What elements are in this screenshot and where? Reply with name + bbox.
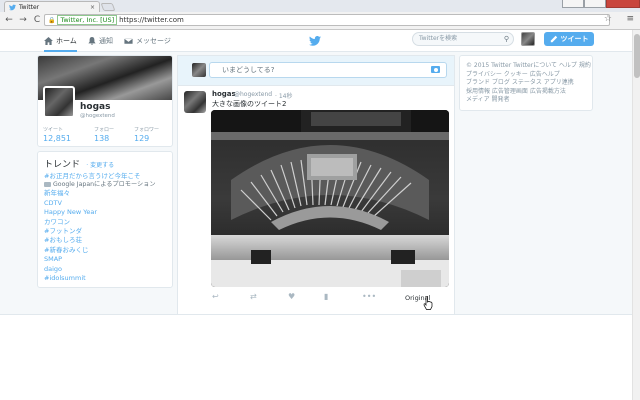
stat-tweets[interactable]: ツイート 12,851 — [43, 126, 71, 143]
stat-value: 138 — [94, 134, 110, 143]
footer-link-row[interactable]: © 2015 Twitter Twitterについて ヘルプ 規約 — [466, 62, 591, 71]
profile-card: hogas @hogextend ツイート 12,851 フォロー 138 フォ… — [37, 55, 173, 147]
tweet-photo[interactable] — [211, 110, 449, 287]
trends-change-link[interactable]: · 変更する — [86, 162, 114, 169]
maximize-button[interactable] — [584, 0, 606, 8]
page-scrollbar[interactable] — [632, 30, 640, 400]
url-text[interactable]: https://twitter.com — [119, 16, 184, 24]
address-bar[interactable]: 🔒 Twitter, Inc. [US] https://twitter.com — [44, 14, 610, 26]
tweet-button-label: ツイート — [560, 35, 589, 43]
stat-label: フォロー — [94, 127, 115, 133]
browser-menu-icon[interactable]: ≡ — [626, 14, 634, 24]
retweet-icon[interactable]: ⇄ — [250, 292, 257, 301]
tab-title: Twitter — [19, 3, 40, 11]
footer-link-row[interactable]: メディア 開発者 — [466, 96, 586, 105]
forward-arrow-icon[interactable]: → — [18, 15, 28, 25]
browser-tab-twitter[interactable]: Twitter × — [4, 1, 100, 12]
compose-placeholder: いまどうしてる? — [222, 66, 275, 74]
trends-title: トレンド — [44, 160, 81, 170]
stat-label: フォロワー — [134, 127, 160, 133]
reply-icon[interactable]: ↩ — [212, 292, 219, 301]
envelope-icon — [124, 37, 133, 45]
trend-item[interactable]: #おもしろ荘 — [44, 236, 166, 245]
nav-messages-label: メッセージ — [136, 37, 171, 45]
compose-avatar — [192, 63, 206, 77]
trend-item[interactable]: #idolsummit — [44, 274, 166, 283]
twitter-logo-icon[interactable] — [309, 36, 321, 46]
close-window-button[interactable] — [606, 0, 640, 8]
ev-certificate-badge[interactable]: Twitter, Inc. [US] — [57, 15, 118, 25]
trend-item[interactable]: Happy New Year — [44, 208, 166, 217]
compose-tweet-button[interactable]: ツイート — [544, 32, 594, 46]
tweet-avatar[interactable] — [184, 91, 206, 113]
trends-module: トレンド · 変更する #お正月だから言うけど今年こそ Google Japan… — [37, 151, 173, 288]
scrollbar-thumb[interactable] — [634, 34, 640, 78]
trend-item[interactable]: daigo — [44, 265, 166, 274]
search-input[interactable]: Twitterを検索 ⚲ — [412, 32, 514, 46]
timeline: いまどうしてる? hogas @hogextend · 14秒 大きな画像のツイ… — [177, 55, 455, 315]
window-controls — [562, 0, 640, 8]
user-avatar-menu[interactable] — [521, 32, 535, 46]
hand-cursor-icon — [423, 296, 433, 310]
tweet[interactable]: hogas @hogextend · 14秒 大きな画像のツイート2 ↩ ⇄ ♥… — [178, 87, 454, 312]
nav-home-label: ホーム — [56, 37, 77, 45]
trend-item[interactable]: SMAP — [44, 255, 166, 264]
more-options-icon[interactable]: ••• — [362, 292, 376, 301]
new-tab-button[interactable] — [100, 3, 116, 11]
profile-name[interactable]: hogas — [80, 102, 110, 112]
footer-link-row[interactable]: ブランド ブログ ステータス アプリ連携 — [466, 79, 586, 88]
promoted-text: Google Japanによるプロモーション — [53, 181, 156, 189]
quill-icon — [550, 35, 557, 43]
camera-icon[interactable] — [431, 66, 440, 73]
footer-links: © 2015 Twitter Twitterについて ヘルプ 規約 プライバシー… — [459, 55, 593, 111]
trend-item[interactable]: #お正月だから言うけど今年こそ — [44, 172, 166, 181]
stat-label: ツイート — [43, 127, 64, 133]
compose-box: いまどうしてる? — [178, 56, 454, 86]
stat-value: 12,851 — [43, 134, 71, 143]
compose-input[interactable]: いまどうしてる? — [209, 62, 447, 78]
twitter-top-nav: ホーム 通知 メッセージ — [0, 30, 632, 52]
like-heart-icon[interactable]: ♥ — [288, 292, 295, 301]
stat-following[interactable]: フォロー 138 — [94, 126, 114, 143]
tab-close-icon[interactable]: × — [90, 4, 95, 11]
reload-icon[interactable]: C — [32, 15, 42, 25]
nav-messages[interactable]: メッセージ — [124, 34, 171, 48]
trend-item[interactable]: カワコン — [44, 218, 166, 227]
search-icon[interactable]: ⚲ — [504, 33, 509, 45]
profile-avatar[interactable] — [43, 86, 75, 118]
trend-item[interactable]: 新年福々 — [44, 189, 166, 198]
minimize-button[interactable] — [562, 0, 584, 8]
back-arrow-icon[interactable]: ← — [4, 15, 14, 25]
browser-chrome: Twitter × ← → C 🔒 Twitter, Inc. [US] htt… — [0, 0, 640, 30]
bookmark-star-icon[interactable]: ☆ — [604, 14, 612, 24]
lock-icon: 🔒 — [48, 16, 56, 24]
profile-handle[interactable]: @hogextend — [80, 113, 115, 119]
tweet-author-name[interactable]: hogas — [212, 90, 236, 98]
stat-followers[interactable]: フォロワー 129 — [134, 126, 159, 143]
typewriter-photo — [211, 110, 449, 287]
promoted-badge-icon — [44, 181, 51, 187]
nav-notifications-label: 通知 — [99, 37, 113, 45]
tweet-author-handle[interactable]: @hogextend — [234, 91, 272, 98]
search-placeholder: Twitterを検索 — [419, 35, 458, 42]
tab-strip: Twitter × — [0, 0, 640, 12]
home-icon — [44, 37, 53, 45]
nav-home[interactable]: ホーム — [44, 34, 77, 52]
nav-notifications[interactable]: 通知 — [88, 34, 113, 48]
twitter-bird-icon — [9, 4, 16, 10]
footer-link-row[interactable]: プライバシー クッキー 広告ヘルプ — [466, 71, 586, 80]
analytics-icon[interactable]: ▮ — [324, 292, 328, 301]
trend-item[interactable]: #新春おみくじ — [44, 246, 166, 255]
tweet-text: 大きな画像のツイート2 — [212, 100, 287, 108]
bell-icon — [88, 37, 96, 45]
stat-value: 129 — [134, 134, 150, 143]
trend-item[interactable]: CDTV — [44, 199, 166, 208]
